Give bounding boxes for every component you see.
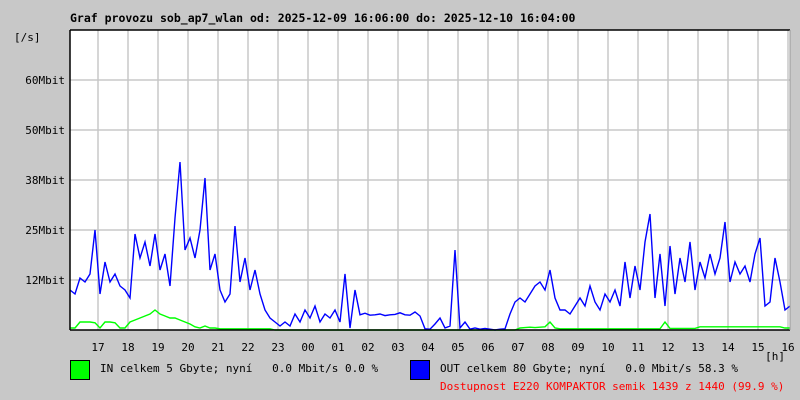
x-tick-label: 22 bbox=[241, 341, 254, 354]
x-tick-label: 08 bbox=[541, 341, 554, 354]
y-tick-label: 12Mbit bbox=[25, 274, 65, 287]
x-tick-label: 20 bbox=[181, 341, 194, 354]
x-tick-label: 02 bbox=[361, 341, 374, 354]
x-tick-label: 19 bbox=[151, 341, 164, 354]
out-legend-text: OUT celkem 80 Gbyte; nyní 0.0 Mbit/s 58.… bbox=[440, 362, 739, 375]
x-tick-label: 05 bbox=[451, 341, 464, 354]
x-tick-label: 09 bbox=[571, 341, 584, 354]
y-tick-label: 38Mbit bbox=[25, 174, 65, 187]
traffic-chart: 17 18 19 20 21 22 23 00 01 02 03 04 05 06 07 08 09 10 11 12… bbox=[25, 29, 795, 363]
x-tick-label: 12 bbox=[661, 341, 674, 354]
y-tick-label: 25Mbit bbox=[25, 224, 65, 237]
x-tick-label: 06 bbox=[481, 341, 494, 354]
in-legend-text: IN celkem 5 Gbyte; nyní 0.0 Mbit/s 0.0 % bbox=[100, 362, 379, 375]
x-tick-label: 18 bbox=[121, 341, 134, 354]
x-tick-label: 13 bbox=[691, 341, 704, 354]
x-tick-label: 14 bbox=[721, 341, 735, 354]
in-legend-swatch bbox=[70, 360, 90, 380]
x-tick-label: 03 bbox=[391, 341, 404, 354]
x-tick-label: 04 bbox=[421, 341, 435, 354]
x-axis-unit: [h] bbox=[765, 350, 785, 363]
availability-text: Dostupnost E220 KOMPAKTOR semik 1439 z 1… bbox=[440, 380, 785, 393]
y-tick-label: 50Mbit bbox=[25, 124, 65, 137]
x-tick-label: 17 bbox=[91, 341, 104, 354]
x-tick-label: 11 bbox=[631, 341, 644, 354]
x-tick-label: 00 bbox=[301, 341, 314, 354]
x-tick-label: 07 bbox=[511, 341, 524, 354]
x-tick-label: 23 bbox=[271, 341, 284, 354]
x-tick-label: 10 bbox=[601, 341, 614, 354]
x-tick-label: 15 bbox=[751, 341, 764, 354]
out-legend-swatch bbox=[410, 360, 430, 380]
y-tick-label: 60Mbit bbox=[25, 74, 65, 87]
x-tick-label: 01 bbox=[331, 341, 344, 354]
x-tick-label: 21 bbox=[211, 341, 224, 354]
